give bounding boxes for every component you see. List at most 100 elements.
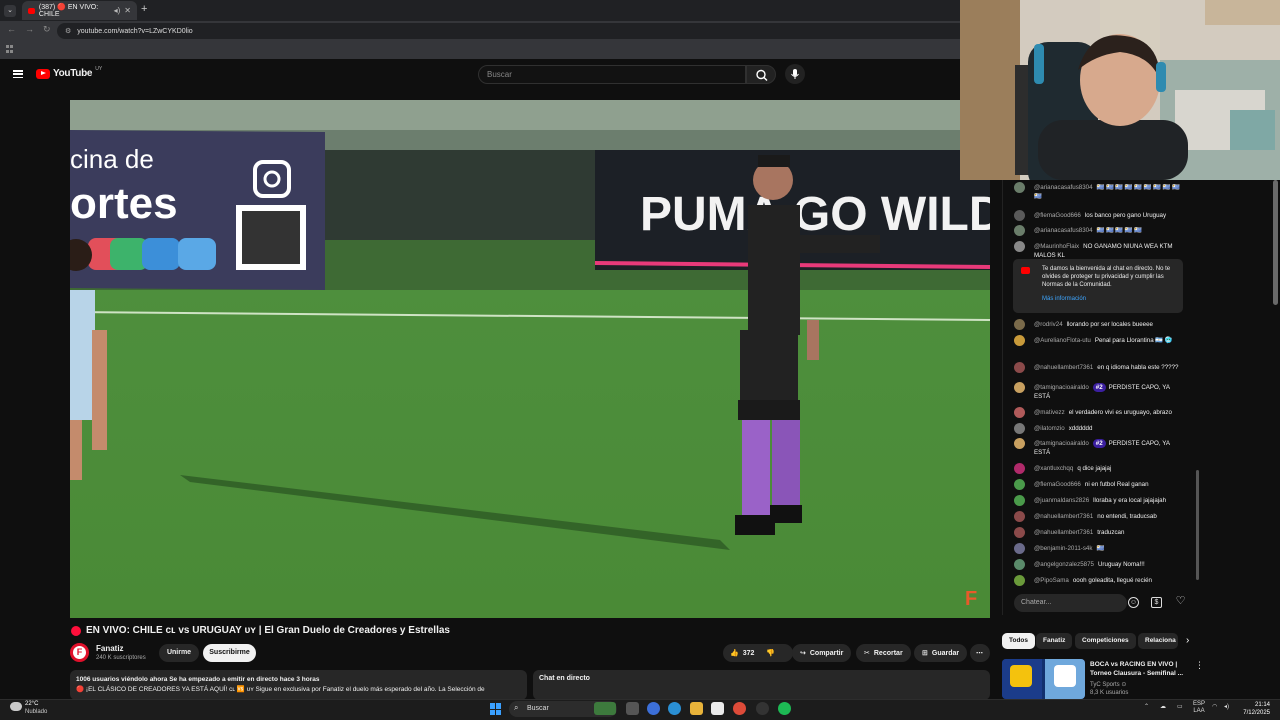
chat-avatar[interactable] <box>1014 423 1025 434</box>
chat-avatar[interactable] <box>1014 438 1025 449</box>
chat-author[interactable]: @rodriv24 <box>1034 321 1063 328</box>
search-input[interactable]: Buscar <box>478 65 746 84</box>
chat-scrollbar[interactable] <box>1196 470 1199 580</box>
chat-input[interactable]: Chatear... <box>1014 594 1127 612</box>
chat-author[interactable]: @AurelianoFlota-utu <box>1034 337 1091 344</box>
copilot-icon[interactable] <box>647 702 660 715</box>
spotify-icon[interactable] <box>778 702 791 715</box>
chat-author[interactable]: @flemaGood666 <box>1034 481 1081 488</box>
windows-start-icon[interactable] <box>490 703 502 715</box>
address-bar[interactable]: ⚙ youtube.com/watch?v=LZwCYKD0lio <box>57 23 967 39</box>
weather-condition[interactable]: Nublado <box>25 709 47 715</box>
chat-avatar[interactable] <box>1014 335 1025 346</box>
chat-author[interactable]: @nahuellambert7361 <box>1034 513 1093 520</box>
super-chat-icon[interactable]: $ <box>1151 597 1162 608</box>
search-highlight-icon[interactable] <box>594 702 616 715</box>
chrome-icon[interactable] <box>733 702 746 715</box>
speaker-icon[interactable]: ◂) <box>114 6 121 15</box>
page-scrollbar[interactable] <box>1273 180 1278 305</box>
chat-author[interactable]: @mativezz <box>1034 409 1065 416</box>
share-button[interactable]: ↪ Compartir <box>792 644 852 662</box>
chat-avatar[interactable] <box>1014 210 1025 221</box>
chat-avatar[interactable] <box>1014 527 1025 538</box>
chip-fanatiz[interactable]: Fanatiz <box>1036 633 1073 649</box>
save-button[interactable]: ⊞ Guardar <box>914 644 968 662</box>
chat-author[interactable]: @tamignacioairaldo <box>1034 384 1089 391</box>
site-info-icon[interactable]: ⚙ <box>65 27 71 35</box>
chat-avatar[interactable] <box>1014 479 1025 490</box>
chat-author[interactable]: @juanmaldans2826 <box>1034 497 1089 504</box>
chat-author[interactable]: @angelgonzalez5875 <box>1034 561 1094 568</box>
recommended-title[interactable]: BOCA vs RACING EN VIVO | Torneo Clausura… <box>1090 660 1190 678</box>
dislike-icon[interactable]: 👎 <box>766 649 775 657</box>
apps-grid-icon[interactable] <box>6 45 14 53</box>
chat-author[interactable]: @flemaGood666 <box>1034 212 1081 219</box>
search-button[interactable] <box>746 65 776 84</box>
chat-author[interactable]: @ilatomzio <box>1034 425 1065 432</box>
subscribe-button[interactable]: Suscribirme <box>203 644 256 662</box>
chip-todos[interactable]: Todos <box>1002 633 1036 649</box>
volume-icon[interactable]: ◂) <box>1224 703 1229 710</box>
recommended-thumbnail[interactable] <box>1002 659 1085 699</box>
chat-author[interactable]: @benjamin-2011-s4k <box>1034 545 1092 552</box>
store-icon[interactable] <box>711 702 724 715</box>
chat-author[interactable]: @MaurinhoFlaix <box>1034 243 1079 250</box>
file-explorer-icon[interactable] <box>690 702 703 715</box>
reload-icon[interactable]: ↻ <box>43 24 51 35</box>
chat-avatar[interactable] <box>1014 225 1025 236</box>
chat-avatar[interactable] <box>1014 543 1025 554</box>
voice-search-button[interactable] <box>785 64 805 84</box>
back-icon[interactable]: ← <box>7 24 16 34</box>
chat-author[interactable]: @arianacasafus8304 <box>1034 227 1093 234</box>
clock[interactable]: 21:14 7/12/2025 <box>1236 701 1270 717</box>
tray-chevron-icon[interactable]: ⌃ <box>1144 703 1149 710</box>
close-tab-icon[interactable]: ✕ <box>124 6 131 15</box>
chat-avatar[interactable] <box>1014 407 1025 418</box>
edge-icon[interactable] <box>668 702 681 715</box>
video-player[interactable]: cina de ortes PUMA GO WILD F <box>70 100 990 618</box>
chat-avatar[interactable] <box>1014 241 1025 252</box>
language-indicator[interactable]: ESP LAA <box>1193 701 1205 715</box>
cloud-tray-icon[interactable]: ☁ <box>1160 703 1166 710</box>
chat-avatar[interactable] <box>1014 575 1025 586</box>
weather-temp[interactable]: 22°C <box>25 701 38 707</box>
chat-avatar[interactable] <box>1014 319 1025 330</box>
app-icon[interactable] <box>756 702 769 715</box>
chat-avatar[interactable] <box>1014 511 1025 522</box>
like-icon[interactable]: 👍 <box>730 649 739 657</box>
chat-author[interactable]: @arianacasafus8304 <box>1034 184 1093 191</box>
tray-app-icon[interactable]: ▭ <box>1177 703 1183 710</box>
chat-author[interactable]: @PipoSama <box>1034 577 1069 584</box>
heart-icon[interactable]: ♡ <box>1175 596 1186 608</box>
cloud-icon[interactable] <box>10 702 22 711</box>
new-tab-button[interactable]: + <box>141 3 147 15</box>
description-box[interactable]: 1006 usuarios viéndolo ahora Se ha empez… <box>70 670 527 700</box>
chat-author[interactable]: @xantluxchqq <box>1034 465 1073 472</box>
chevron-right-icon[interactable]: › <box>1186 635 1189 646</box>
chat-author[interactable]: @nahuellambert7361 <box>1034 364 1093 371</box>
menu-icon[interactable] <box>13 70 23 78</box>
task-view-icon[interactable] <box>626 702 639 715</box>
recommended-more-icon[interactable]: ⋮ <box>1195 660 1204 671</box>
forward-icon[interactable]: → <box>25 24 34 34</box>
chip-competiciones[interactable]: Competiciones <box>1075 633 1136 649</box>
wifi-icon[interactable]: ◠ <box>1212 703 1217 710</box>
tab-search-button[interactable]: ⌄ <box>4 5 16 17</box>
channel-avatar[interactable]: F <box>70 643 89 662</box>
clip-button[interactable]: ✂ Recortar <box>856 644 911 662</box>
emoji-icon[interactable]: ☺ <box>1128 597 1139 608</box>
chip-relacionados[interactable]: Relaciona <box>1138 633 1178 649</box>
recommended-channel[interactable]: TyC Sports ⊙ <box>1090 681 1126 688</box>
chat-avatar[interactable] <box>1014 182 1025 193</box>
channel-name[interactable]: Fanatiz <box>96 644 124 653</box>
more-actions-button[interactable]: ⋯ <box>970 644 990 662</box>
chat-avatar[interactable] <box>1014 362 1025 373</box>
chat-avatar[interactable] <box>1014 559 1025 570</box>
like-count[interactable]: 372 <box>743 650 755 657</box>
browser-tab[interactable]: (387) 🔴 EN VIVO: CHILE ◂) ✕ <box>22 1 137 20</box>
chat-avatar[interactable] <box>1014 382 1025 393</box>
chat-avatar[interactable] <box>1014 495 1025 506</box>
chat-author[interactable]: @tamignacioairaldo <box>1034 440 1089 447</box>
join-button[interactable]: Unirme <box>159 644 199 662</box>
chat-author[interactable]: @nahuellambert7361 <box>1034 529 1093 536</box>
